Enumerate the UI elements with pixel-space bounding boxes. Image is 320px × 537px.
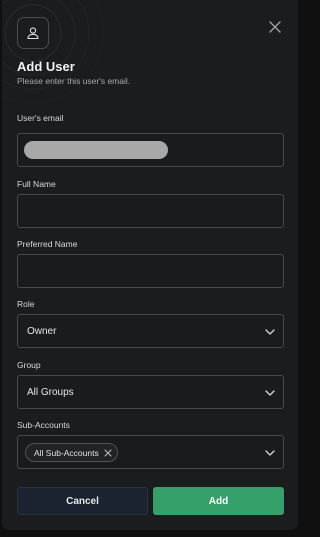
add-user-modal: Add User Please enter this user's email.… (2, 0, 298, 530)
role-select[interactable]: Owner (17, 314, 284, 348)
preferred-name-label: Preferred Name (17, 239, 78, 249)
chevron-down-icon (265, 450, 275, 456)
preferred-name-input[interactable] (18, 255, 283, 287)
role-value: Owner (27, 326, 57, 337)
modal-title: Add User (17, 59, 75, 74)
full-name-field[interactable] (17, 194, 284, 228)
user-icon (17, 17, 49, 49)
sub-accounts-select[interactable]: All Sub-Accounts (17, 435, 284, 469)
chevron-down-icon (265, 390, 275, 396)
close-icon[interactable] (265, 17, 285, 37)
close-icon[interactable] (104, 448, 112, 457)
email-label: User's email (17, 113, 64, 123)
chevron-down-icon (265, 329, 275, 335)
email-field[interactable] (17, 133, 284, 167)
preferred-name-field[interactable] (17, 254, 284, 288)
group-label: Group (17, 360, 41, 370)
sub-accounts-label: Sub-Accounts (17, 420, 70, 430)
cancel-button[interactable]: Cancel (17, 487, 148, 515)
add-button[interactable]: Add (153, 487, 284, 515)
full-name-input[interactable] (18, 195, 283, 227)
full-name-label: Full Name (17, 179, 56, 189)
role-label: Role (17, 299, 35, 309)
sub-account-chip: All Sub-Accounts (25, 443, 118, 462)
modal-subtitle: Please enter this user's email. (17, 76, 131, 86)
redacted-email-value (24, 141, 168, 159)
chip-label: All Sub-Accounts (34, 447, 99, 458)
group-select[interactable]: All Groups (17, 375, 284, 409)
group-value: All Groups (27, 387, 74, 398)
